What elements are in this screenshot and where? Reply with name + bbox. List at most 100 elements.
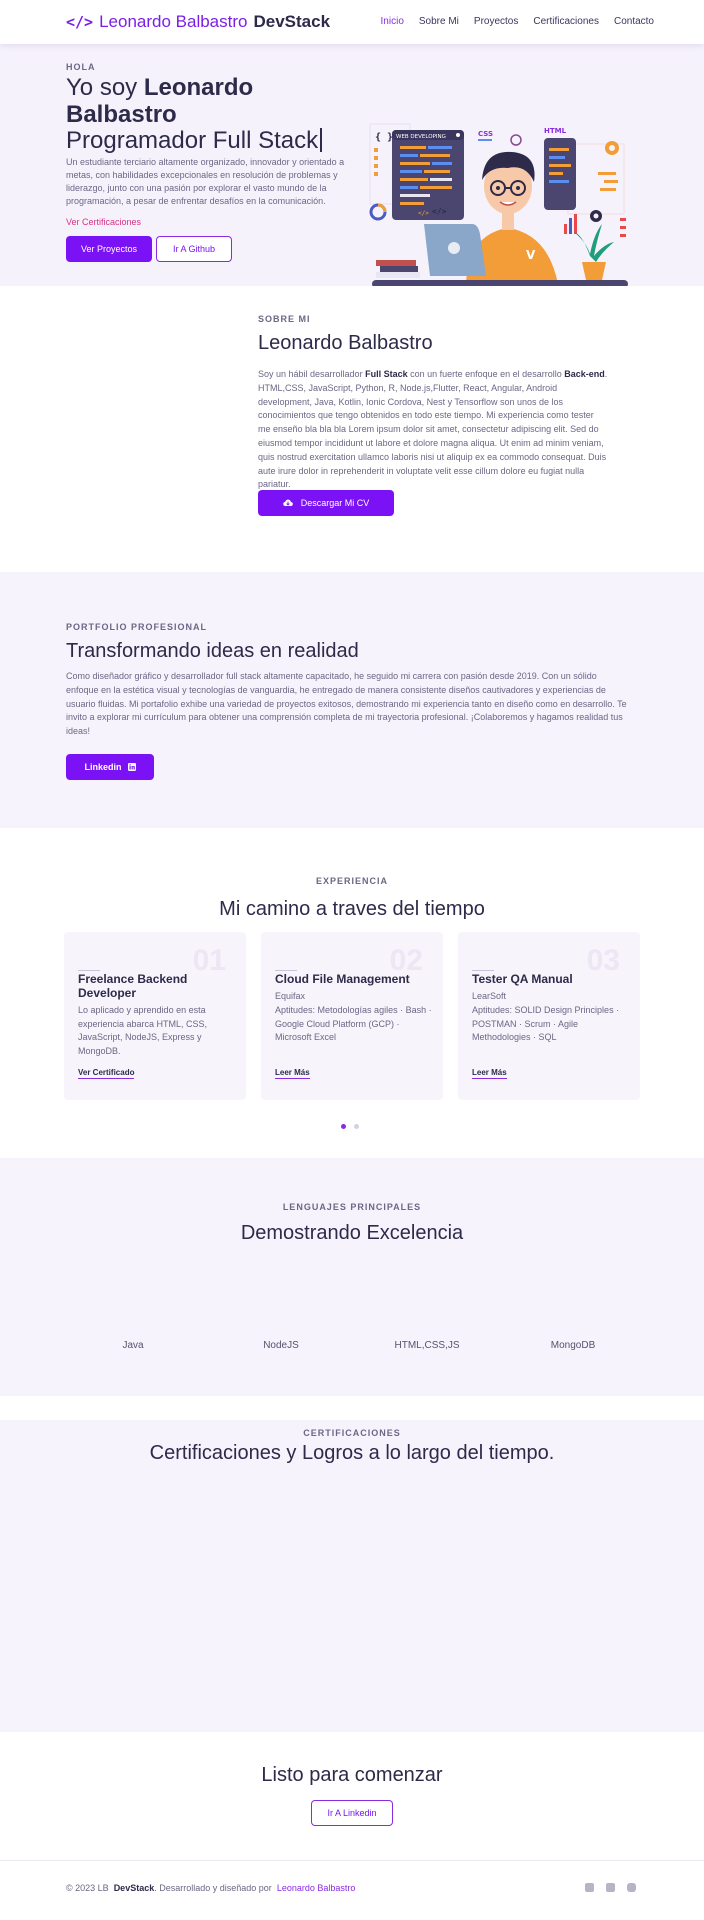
developer-illustration: { } WEB DEVELOPING </> CSS HTML V </> [369,123,628,288]
brand-logo-link[interactable]: </> Leonardo Balbastro DevStack [66,12,330,32]
download-cv-button[interactable]: Descargar Mi CV [258,490,394,516]
footer-text: © 2023 LB DevStack. Desarrollado y diseñ… [66,1883,355,1893]
typing-caret [320,128,323,152]
carousel-dot[interactable] [354,1124,359,1129]
hero-role: Programador Full Stack [66,127,323,155]
cta-title: Listo para comenzar [261,1764,443,1786]
book [376,260,416,266]
chart-bar [564,224,567,234]
certifications-link[interactable]: Ver Certificaciones [66,217,141,227]
code-line [432,162,452,165]
eye-right [516,186,520,190]
nav-link-inicio[interactable]: Inicio [381,16,404,27]
card-title: Freelance Backend Developer [78,972,188,1000]
cloud-download-icon [283,499,293,506]
carousel-dot[interactable] [341,1124,346,1129]
code-icon: </> [66,13,94,31]
navbar: </> Leonardo Balbastro DevStack Inicio S… [0,0,704,44]
footer-credit: . Desarrollado y diseñado por [154,1883,272,1893]
code-line [420,154,450,157]
code-line [424,170,450,173]
linkedin-button[interactable]: Linkedin [66,754,154,780]
footer-brand: DevStack [113,1883,155,1893]
web-developing-panel [392,130,464,220]
code-line [400,154,418,157]
code-line [400,170,422,173]
portfolio-eyebrow: PORTFOLIO PROFESIONAL [66,622,208,632]
instagram-icon[interactable] [627,1883,636,1892]
footer: © 2023 LB DevStack. Desarrollado y diseñ… [0,1860,704,1920]
facebook-icon[interactable] [585,1883,594,1892]
code-line [420,186,452,189]
view-certificate-link[interactable]: Ver Certificado [78,1068,135,1079]
linkedin-cta-button[interactable]: Ir A Linkedin [311,1800,393,1826]
nav-menu: Inicio Sobre Mi Proyectos Certificacione… [381,16,654,27]
card-dash [78,970,100,971]
panel-label: WEB DEVELOPING [396,134,446,140]
code-bar [374,164,378,168]
code-line [430,178,452,181]
cta-section: Listo para comenzar Ir A Linkedin [0,1732,704,1860]
code-line [549,148,569,151]
card-subtitle: Equifax [275,991,306,1001]
linkedin-label: Linkedin [84,762,122,772]
about-section: SOBRE MI Leonardo Balbastro Soy un hábil… [0,286,704,572]
experience-card: 03 Tester QA Manual LearSoft Aptitudes: … [458,932,640,1100]
footer-author-link[interactable]: Leonardo Balbastro [277,1883,356,1893]
code-line [549,156,565,159]
language-item: NodeJS [263,1340,299,1351]
portfolio-title: Transformando ideas en realidad [66,640,359,662]
nav-link-contacto[interactable]: Contacto [614,16,654,27]
html-label: HTML [544,127,567,135]
code-line [549,180,569,183]
hero-title: Yo soy Leonardo Balbastro [66,74,346,128]
donut-segment [377,203,387,213]
code-line [400,146,426,149]
code-line [400,186,418,189]
book [380,266,418,272]
read-more-link[interactable]: Leer Más [275,1068,310,1079]
code-bar [620,226,626,229]
code-bar [374,156,378,160]
gear-icon-hole [593,213,599,219]
laptop-logo [448,242,460,254]
footer-copyright: © 2023 LB [66,1883,109,1893]
about-eyebrow: SOBRE MI [258,314,311,324]
code-line [549,164,571,167]
nav-link-sobre-mi[interactable]: Sobre Mi [419,16,459,27]
social-links [585,1883,636,1892]
code-bar [604,180,618,183]
language-item: MongoDB [550,1340,596,1351]
nav-link-certificaciones[interactable]: Certificaciones [533,16,599,27]
certifications-section: CERTIFICACIONES Certificaciones y Logros… [0,1396,704,1732]
languages-eyebrow: LENGUAJES PRINCIPALES [282,1202,422,1212]
about-text-part: Soy un hábil desarrollador [258,369,366,379]
code-line [400,202,424,205]
hero-title-prefix: Yo soy [66,74,138,101]
hero-description: Un estudiante terciario altamente organi… [66,157,345,206]
github-button[interactable]: Ir A Github [156,236,232,262]
nav-link-proyectos[interactable]: Proyectos [474,16,518,27]
read-more-link[interactable]: Leer Más [472,1068,507,1079]
code-tag-glyph: </> [432,207,447,216]
experience-card: 01 Freelance Backend Developer Lo aplica… [64,932,246,1100]
card-body: Aptitudes: Metodologías agiles · Bash · … [275,1005,432,1042]
hero-section: HOLA Yo soy Leonardo Balbastro Programad… [0,44,704,288]
code-bar [374,148,378,152]
code-line [400,178,428,181]
code-line [549,172,563,175]
frame-right [567,143,625,215]
carousel-pagination [341,1124,359,1129]
view-projects-button[interactable]: Ver Proyectos [66,236,152,262]
download-cv-label: Descargar Mi CV [300,498,370,508]
code-bar [600,188,616,191]
code-bar [620,218,626,221]
card-body: Lo aplicado y aprendido en esta experien… [78,1005,208,1056]
eye-left [496,186,500,190]
panel-dot [456,133,460,137]
brand-name: Leonardo Balbastro [99,12,248,31]
experience-title: Mi camino a traves del tiempo [219,898,485,920]
code-line [400,162,430,165]
card-body: Aptitudes: SOLID Design Principles · POS… [472,1005,620,1042]
linkedin-icon[interactable] [606,1883,615,1892]
